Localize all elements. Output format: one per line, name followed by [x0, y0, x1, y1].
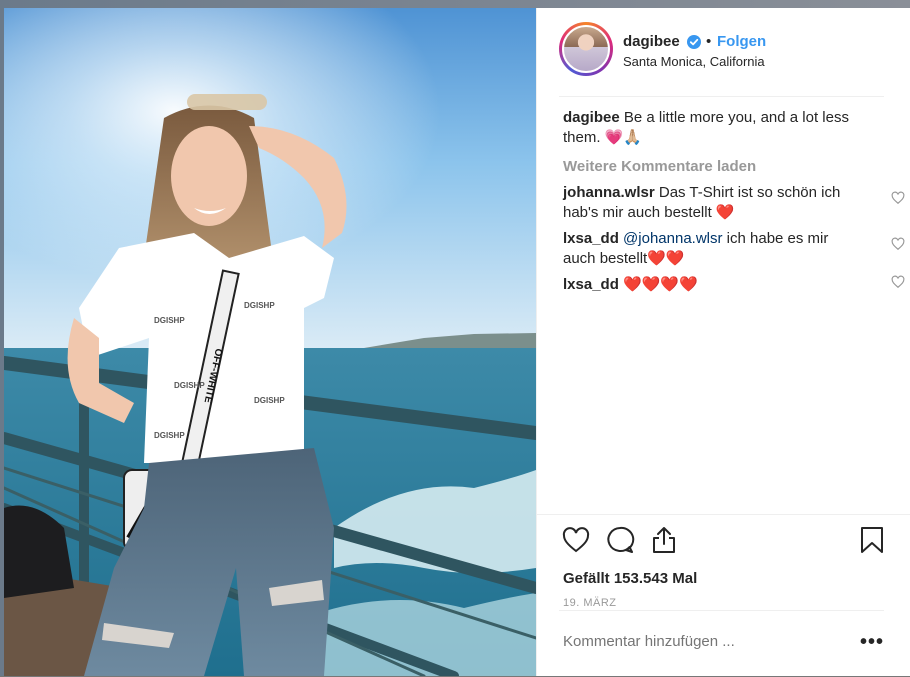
- comment-input[interactable]: [563, 633, 843, 650]
- svg-text:DGISHP: DGISHP: [154, 316, 185, 325]
- add-comment-bar: •••: [559, 610, 884, 677]
- post-photo[interactable]: OFF-WHITE DGISHP DGISHP DGISHP DGISHP DG…: [4, 8, 536, 676]
- location-link[interactable]: Santa Monica, California: [623, 54, 765, 69]
- heart-icon[interactable]: [561, 525, 591, 555]
- svg-text:DGISHP: DGISHP: [154, 431, 185, 440]
- more-options-button[interactable]: •••: [860, 631, 884, 654]
- instagram-post: OFF-WHITE DGISHP DGISHP DGISHP DGISHP DG…: [4, 8, 910, 676]
- bookmark-icon[interactable]: [857, 525, 887, 555]
- header-username[interactable]: dagibee: [623, 33, 680, 50]
- caption: dagibee Be a little more you, and a lot …: [563, 108, 883, 148]
- comment-like-heart-icon[interactable]: [891, 191, 905, 205]
- post-header: dagibee • Folgen Santa Monica, Californi…: [537, 8, 910, 96]
- avatar-story-ring[interactable]: [559, 22, 613, 76]
- share-icon[interactable]: [649, 525, 679, 555]
- comment-item: johanna.wlsr Das T-Shirt ist so schön ic…: [563, 183, 905, 223]
- post-side-panel: dagibee • Folgen Santa Monica, Californi…: [536, 8, 910, 676]
- post-actions: Gefällt 153.543 Mal 19. MÄRZ: [537, 514, 910, 625]
- load-more-comments-button[interactable]: Weitere Kommentare laden: [563, 157, 883, 177]
- comment-item: lxsa_dd @johanna.wlsr ich habe es mir au…: [563, 229, 905, 269]
- comment-item: lxsa_dd ❤️❤️❤️❤️: [563, 275, 905, 295]
- likes-count[interactable]: Gefällt 153.543 Mal: [563, 570, 697, 587]
- svg-text:DGISHP: DGISHP: [244, 301, 275, 310]
- avatar[interactable]: [562, 25, 610, 73]
- comment-like-heart-icon[interactable]: [891, 275, 905, 289]
- header-divider: [559, 96, 884, 97]
- follow-button[interactable]: Folgen: [717, 33, 766, 50]
- comment-username[interactable]: lxsa_dd: [563, 276, 619, 293]
- header-separator: •: [706, 33, 712, 50]
- comments-list: dagibee Be a little more you, and a lot …: [563, 108, 905, 295]
- verified-badge-icon: [687, 35, 701, 49]
- comment-bubble-icon[interactable]: [605, 525, 635, 555]
- post-date[interactable]: 19. MÄRZ: [563, 597, 617, 609]
- comment-text: ❤️❤️❤️❤️: [623, 276, 698, 293]
- photo-scene: OFF-WHITE DGISHP DGISHP DGISHP DGISHP DG…: [4, 8, 536, 676]
- comment-mention-link[interactable]: @johanna.wlsr: [623, 230, 722, 247]
- caption-username[interactable]: dagibee: [563, 109, 620, 126]
- comment-like-heart-icon[interactable]: [891, 237, 905, 251]
- comment-username[interactable]: johanna.wlsr: [563, 184, 655, 201]
- svg-text:DGISHP: DGISHP: [254, 396, 285, 405]
- svg-text:DGISHP: DGISHP: [174, 381, 205, 390]
- comment-username[interactable]: lxsa_dd: [563, 230, 619, 247]
